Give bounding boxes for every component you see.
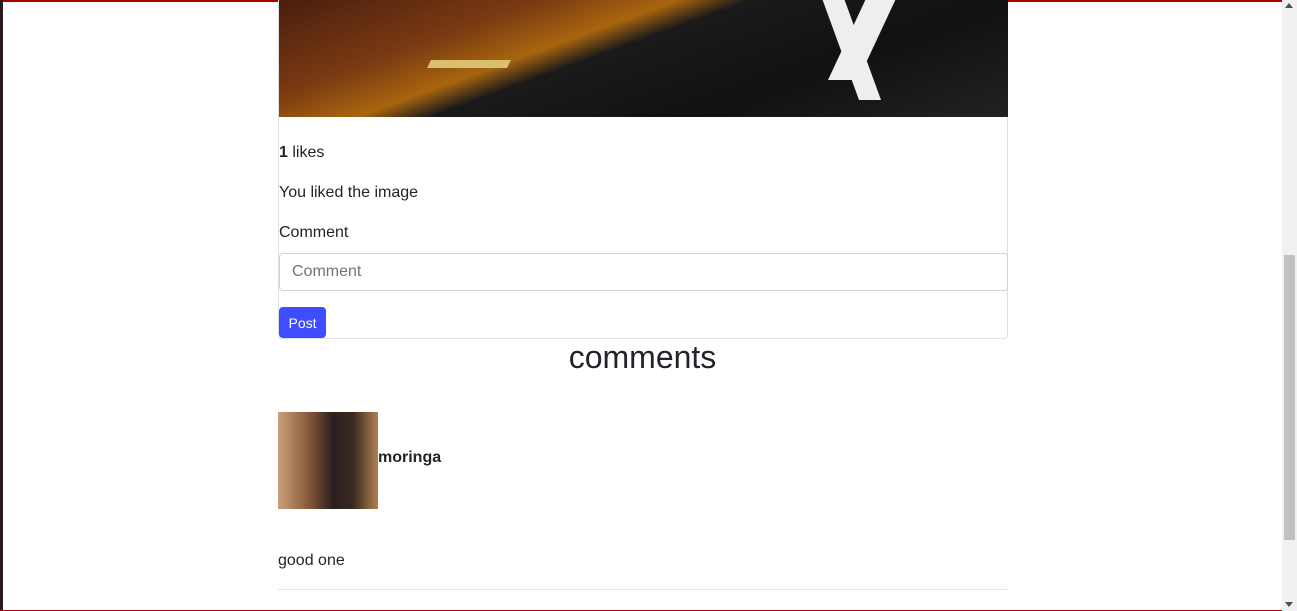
post-card: 1 likes You liked the image Comment Post (278, 0, 1008, 339)
comment-input[interactable] (279, 253, 1008, 291)
scroll-up-arrow-icon[interactable] (1285, 3, 1293, 8)
comments-heading: comments (568, 339, 717, 375)
avatar (278, 412, 378, 509)
scroll-down-arrow-icon[interactable] (1285, 602, 1293, 607)
window-left-border (0, 0, 3, 611)
divider (278, 589, 1007, 590)
comment-label: Comment (279, 224, 349, 241)
post-image (279, 0, 1008, 117)
comment-username: moringa (378, 449, 442, 466)
post-button[interactable]: Post (279, 307, 326, 338)
scrollbar-thumb[interactable] (1284, 255, 1295, 540)
likes-count: 1 likes (279, 144, 325, 161)
scrollbar[interactable] (1282, 0, 1297, 611)
liked-status: You liked the image (279, 184, 419, 201)
comment-text: good one (278, 552, 345, 569)
